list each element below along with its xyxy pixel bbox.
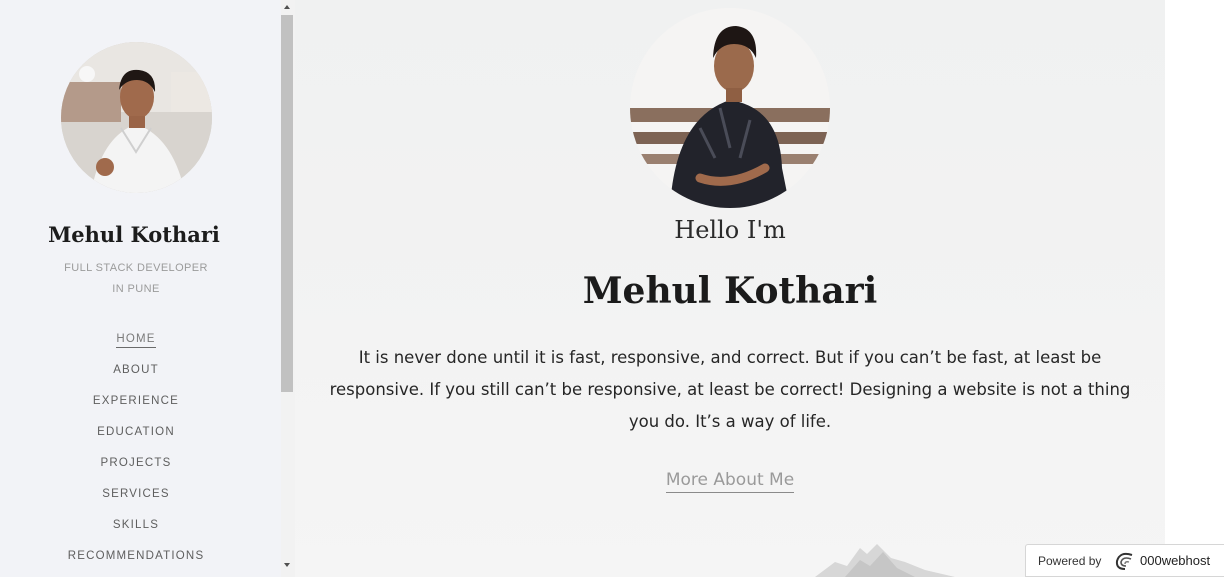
sidebar-scrollbar[interactable] (281, 0, 295, 577)
more-about-me-link[interactable]: More About Me (665, 470, 795, 493)
sidebar-name: Mehul Kothari (48, 222, 220, 247)
nav-link-recommendations[interactable]: RECOMMENDATIONS (68, 547, 205, 564)
sidebar-subtitle-line-2: IN PUNE (112, 283, 160, 295)
nav-link-about[interactable]: ABOUT (113, 361, 159, 378)
000webhost-brand: 000webhost (1140, 553, 1211, 568)
nav-item-services: SERVICES (0, 482, 272, 513)
nav-item-home: HOME (0, 327, 272, 358)
sidebar-subtitle-line-1: FULL STACK DEVELOPER (64, 262, 208, 274)
nav-link-education[interactable]: EDUCATION (97, 423, 175, 440)
hero-section: Hello I'm Mehul Kothari It is never done… (295, 0, 1165, 577)
sidebar: Mehul Kothari FULL STACK DEVELOPER IN PU… (0, 0, 281, 577)
hero-greeting: Hello I'm (674, 216, 786, 244)
nav-item-experience: EXPERIENCE (0, 389, 272, 420)
nav-item-about: ABOUT (0, 358, 272, 389)
nav-item-recommendations: RECOMMENDATIONS (0, 544, 272, 575)
hero-tagline: It is never done until it is fast, respo… (329, 348, 1131, 431)
more-about-wrapper: More About Me (295, 470, 1165, 493)
sidebar-nav: HOME ABOUT EXPERIENCE EDUCATION PROJECTS… (0, 327, 272, 575)
scroll-down-arrow-icon[interactable] (284, 563, 290, 567)
mountain-decoration (815, 544, 955, 577)
nav-link-services[interactable]: SERVICES (102, 485, 170, 502)
nav-link-home[interactable]: HOME (116, 330, 156, 348)
nav-item-skills: SKILLS (0, 513, 272, 544)
scrollbar-thumb[interactable] (281, 15, 293, 392)
powered-by-label: Powered by (1038, 554, 1102, 568)
nav-link-experience[interactable]: EXPERIENCE (93, 392, 179, 409)
scroll-up-arrow-icon[interactable] (284, 5, 290, 9)
nav-link-skills[interactable]: SKILLS (113, 516, 159, 533)
nav-item-projects: PROJECTS (0, 451, 272, 482)
profile-avatar-small (61, 42, 212, 193)
000webhost-swirl-icon (1115, 552, 1133, 570)
nav-item-education: EDUCATION (0, 420, 272, 451)
profile-avatar-large (630, 8, 830, 208)
hero-name: Mehul Kothari (582, 270, 878, 312)
nav-link-projects[interactable]: PROJECTS (101, 454, 172, 471)
powered-by-badge[interactable]: Powered by 000webhost (1025, 544, 1224, 577)
